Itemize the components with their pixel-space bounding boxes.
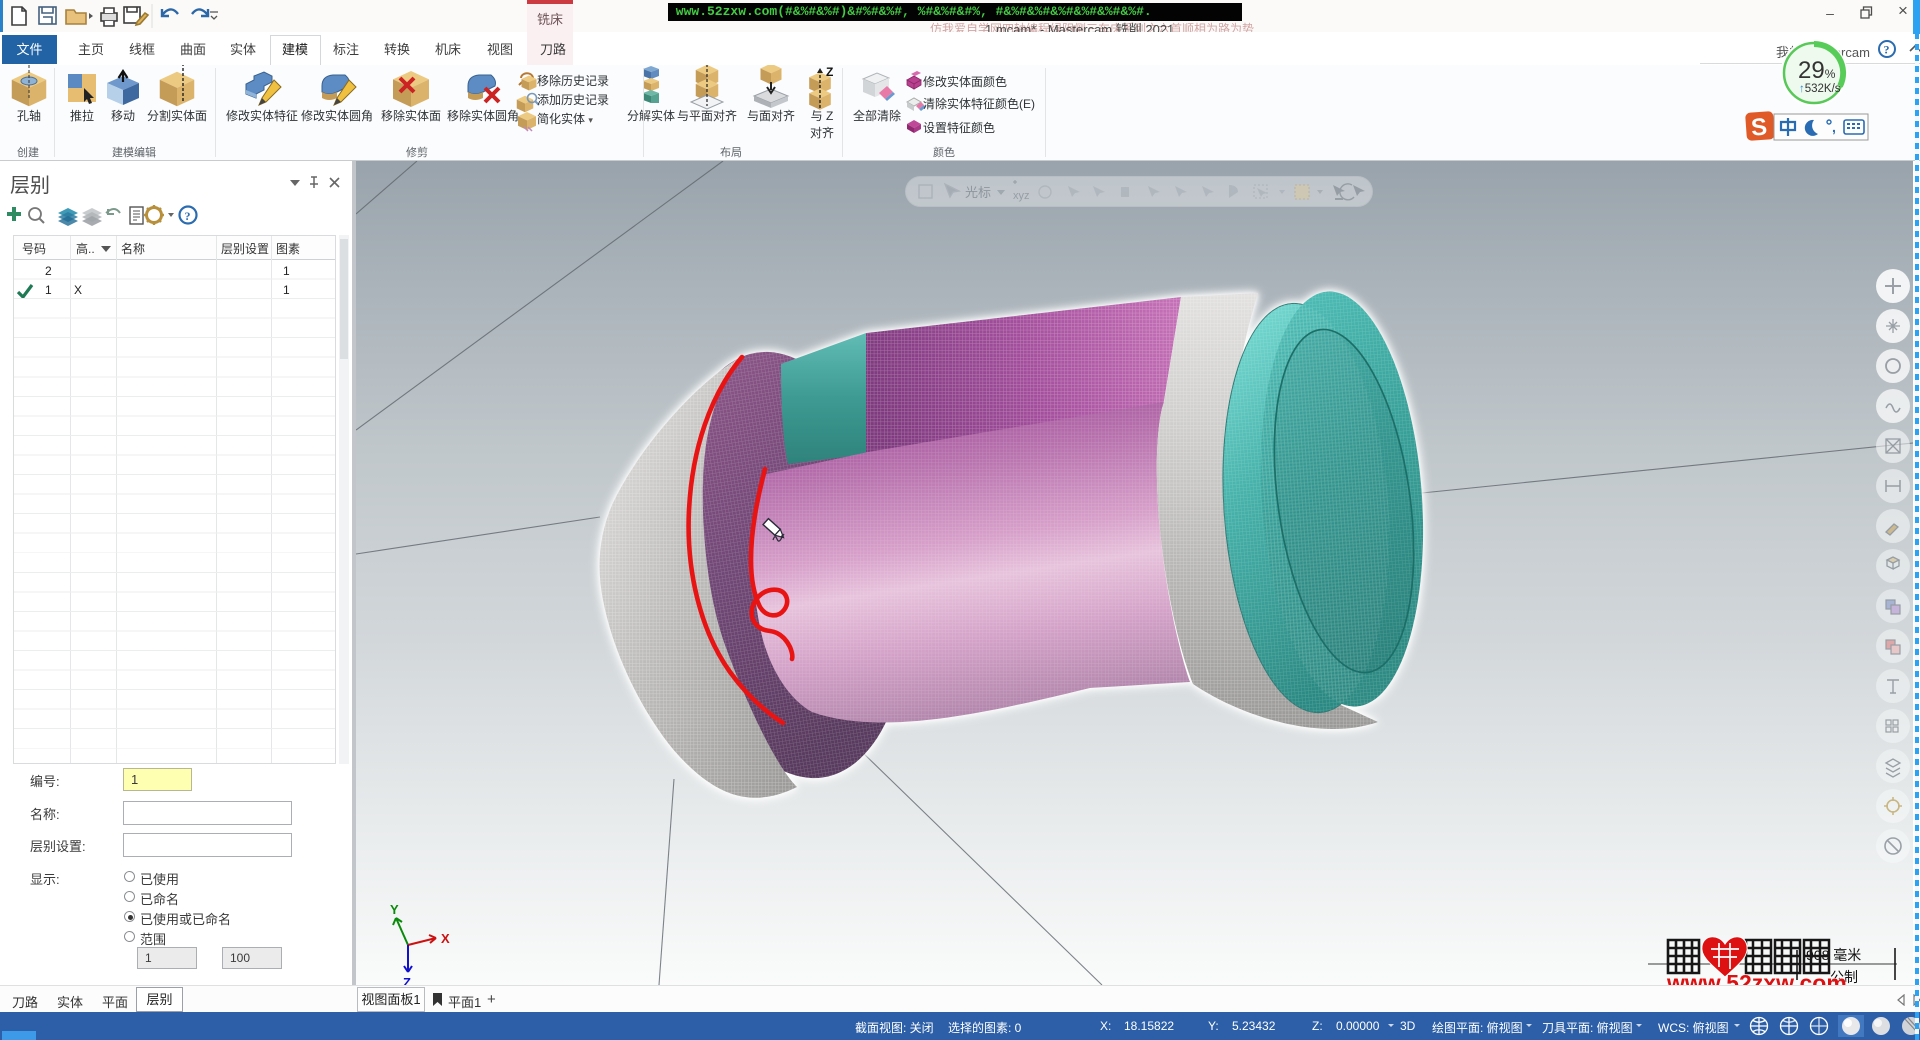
svg-text:↑532K/s: ↑532K/s — [1799, 83, 1841, 95]
svg-text:?: ? — [1884, 43, 1890, 57]
svg-text:,: , — [1832, 119, 1836, 135]
svg-text:Y: Y — [390, 902, 399, 917]
svg-text:X: X — [441, 931, 450, 946]
svg-text:Z: Z — [403, 975, 411, 985]
svg-text:xyz: xyz — [1013, 190, 1030, 202]
svg-text:?: ? — [185, 209, 191, 223]
svg-text:Z: Z — [826, 65, 833, 79]
svg-text:S: S — [1750, 114, 1768, 142]
svg-text:光标: 光标 — [965, 185, 991, 200]
